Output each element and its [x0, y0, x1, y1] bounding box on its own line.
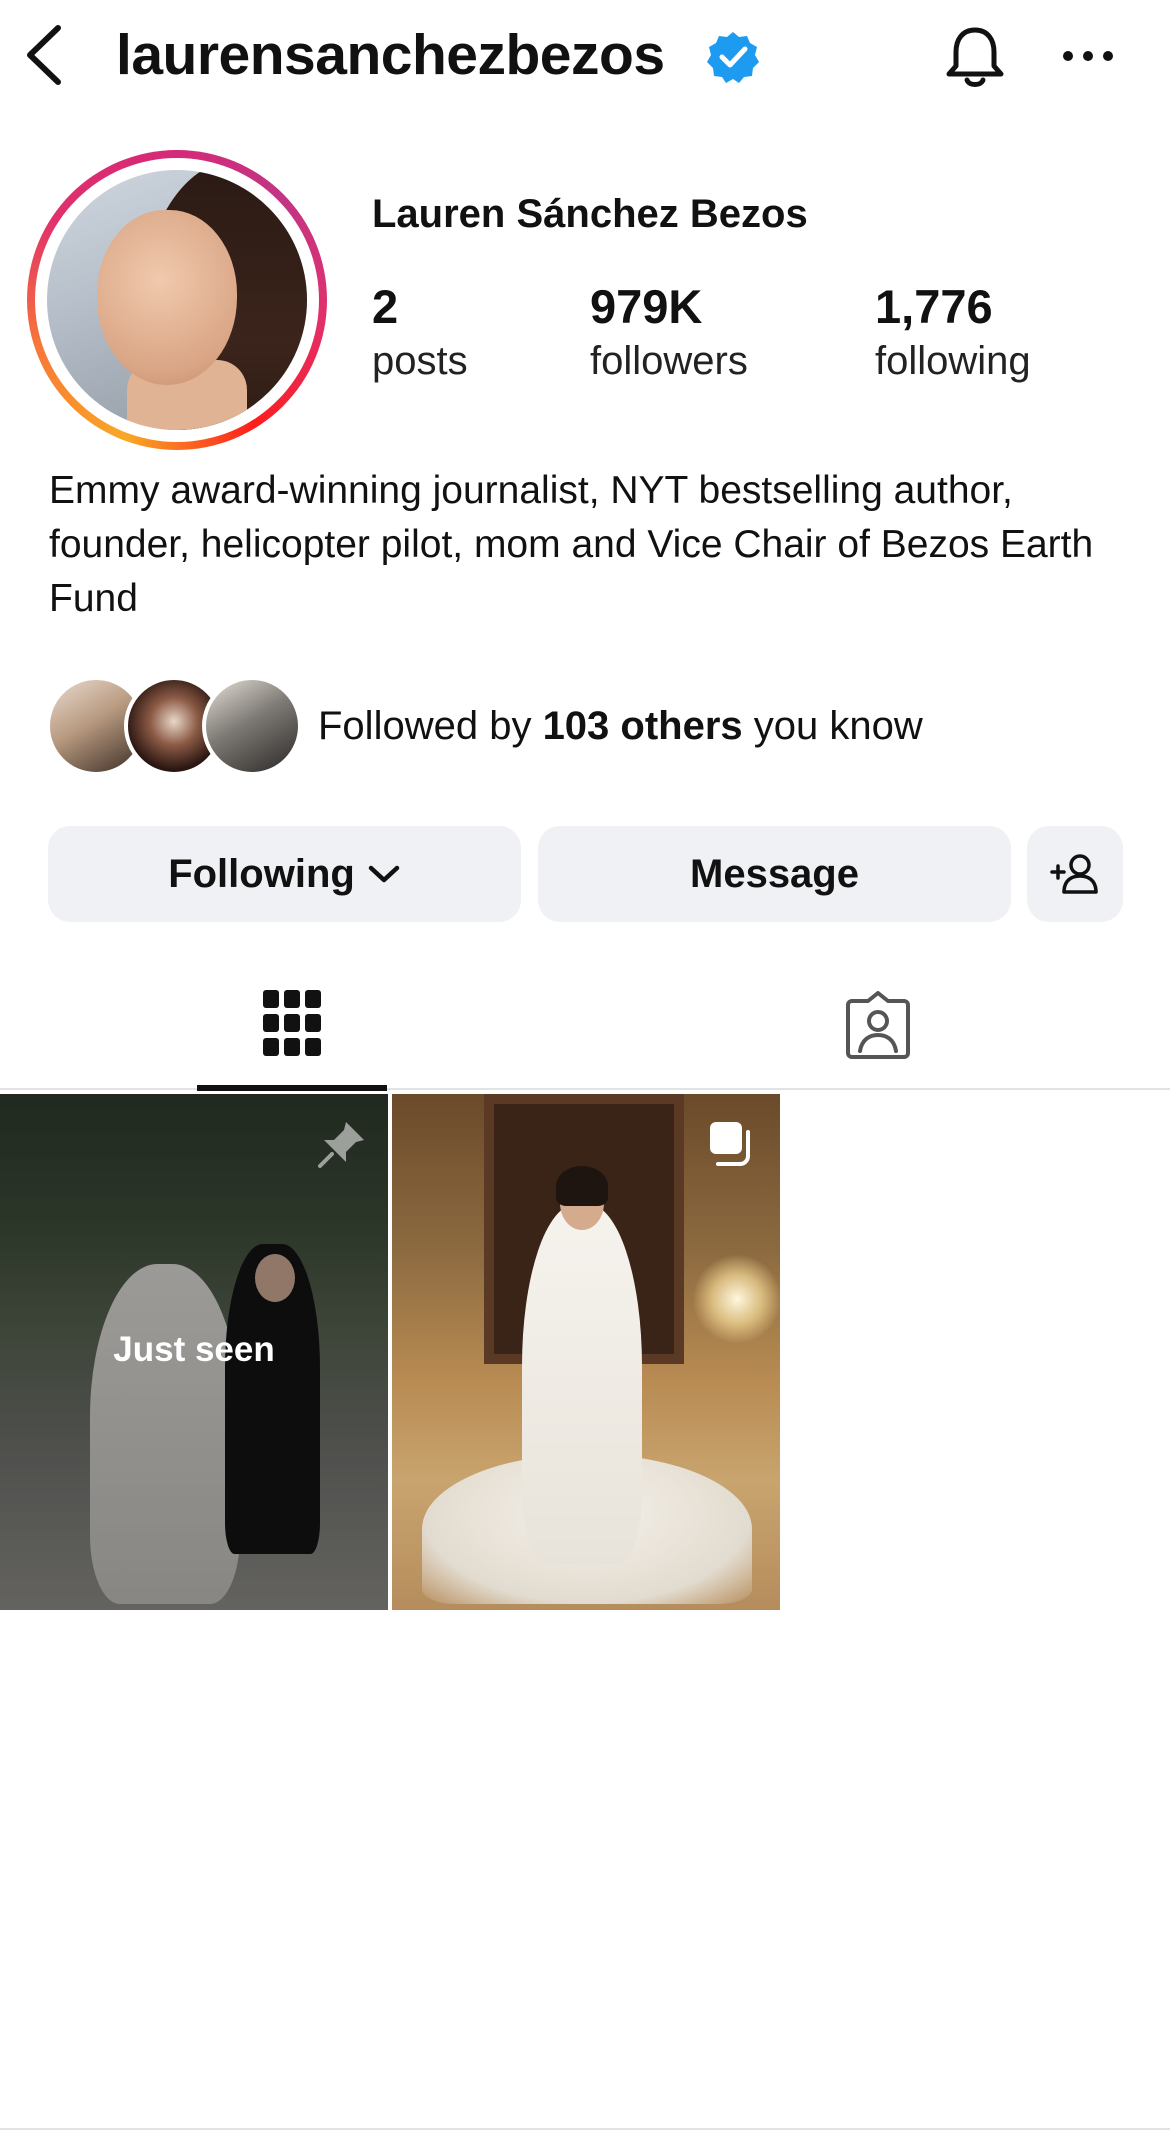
multiple-photos-icon [710, 1122, 750, 1166]
profile-username: laurensanchezbezos [116, 23, 665, 87]
following-button-label: Following [168, 851, 355, 896]
profile-bio: Emmy award-winning journalist, NYT bests… [49, 469, 1094, 620]
post-thumbnail[interactable] [392, 1094, 780, 1610]
following-count: 1,776 [875, 280, 993, 333]
tagged-tab[interactable] [783, 960, 973, 1090]
verified-badge-icon [707, 32, 759, 83]
grid-icon [263, 989, 321, 1056]
divider [0, 2128, 1170, 2130]
following-label: following [875, 339, 1031, 383]
followers-stat[interactable]: 979K followers [590, 278, 748, 386]
pin-icon [318, 1122, 364, 1168]
notification-bell-icon[interactable] [940, 22, 1010, 92]
post-thumbnail[interactable]: Just seen [0, 1094, 388, 1610]
profile-avatar [47, 170, 307, 430]
posts-label: posts [372, 339, 468, 383]
chevron-down-icon [368, 865, 400, 883]
mutual-followers-avatars[interactable] [46, 676, 306, 780]
add-person-icon [1050, 854, 1098, 894]
story-ring[interactable] [27, 150, 327, 450]
mutual-avatar [202, 676, 302, 776]
message-button[interactable]: Message [538, 826, 1011, 922]
profile-header: laurensanchezbezos [0, 0, 1170, 112]
just-seen-label: Just seen [113, 1330, 275, 1369]
tagged-person-icon [846, 991, 910, 1059]
message-button-label: Message [690, 851, 859, 896]
mutual-count: 103 others [542, 704, 743, 748]
grid-tab[interactable] [197, 960, 387, 1091]
display-name: Lauren Sánchez Bezos [372, 192, 808, 236]
posts-count: 2 [372, 280, 399, 333]
profile-tabs [0, 960, 1170, 1091]
followed-by-text[interactable]: Followed by 103 others you know [318, 700, 923, 752]
posts-stat[interactable]: 2 posts [372, 278, 468, 386]
suggested-users-button[interactable] [1027, 826, 1123, 922]
followers-label: followers [590, 339, 748, 383]
followers-count: 979K [590, 280, 703, 333]
more-options-icon[interactable] [1060, 38, 1116, 74]
back-chevron-icon[interactable] [20, 22, 70, 88]
following-button[interactable]: Following [48, 826, 521, 922]
following-stat[interactable]: 1,776 following [875, 278, 1031, 386]
